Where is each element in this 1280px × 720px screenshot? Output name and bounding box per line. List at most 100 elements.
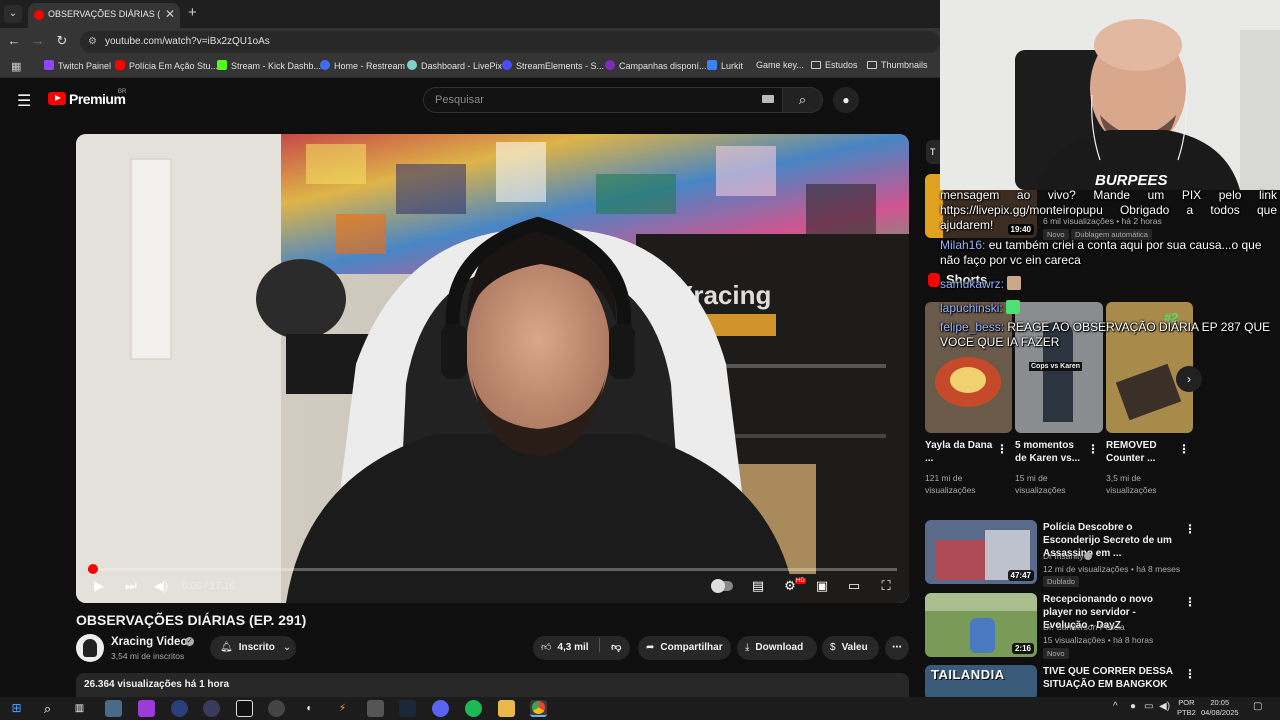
search-button[interactable]: ⌕ <box>783 87 823 113</box>
app-icon[interactable] <box>105 700 122 717</box>
keyboard-icon[interactable] <box>762 95 774 103</box>
thanks-button[interactable]: $ Valeu <box>822 636 879 660</box>
tray-overflow-icon[interactable]: ^ <box>1113 701 1118 712</box>
app-icon[interactable]: ◐ <box>301 700 318 717</box>
progress-bar[interactable] <box>88 568 897 571</box>
apps-grid-icon[interactable]: ▦ <box>11 60 21 73</box>
more-vertical-icon[interactable]: ⋮ <box>1178 442 1190 456</box>
subscribed-button[interactable]: 🔔︎ Inscrito ⌄ <box>210 636 296 660</box>
bookmark-folder[interactable]: Estudos <box>811 60 858 70</box>
short-title[interactable]: REMOVED Counter ... <box>1106 439 1176 465</box>
volume-icon[interactable]: ◀) <box>1159 701 1170 712</box>
app-icon[interactable] <box>138 700 155 717</box>
browser-tab-active[interactable]: OBSERVAÇÕES DIÁRIAS (EP. 29 ✕ <box>28 3 180 28</box>
obs-icon[interactable] <box>203 700 220 717</box>
video-thumbnail[interactable]: 47:47 <box>925 520 1037 584</box>
more-vertical-icon[interactable]: ⋮ <box>1184 522 1196 536</box>
app-icon[interactable]: ⚡ <box>334 700 351 717</box>
bookmark-item[interactable]: Polícia Em Ação Stu... <box>115 60 218 71</box>
youtube-logo-icon[interactable] <box>48 92 66 105</box>
back-arrow-icon[interactable]: ← <box>5 33 23 48</box>
more-vertical-icon[interactable]: ⋮ <box>1184 595 1196 609</box>
video-thumbnail[interactable]: 2:16 <box>925 593 1037 657</box>
file-explorer-icon[interactable] <box>498 700 515 717</box>
youtube-premium-logo[interactable]: Premium <box>69 91 126 107</box>
new-tab-button[interactable]: + <box>188 4 197 21</box>
windows-start-icon[interactable]: ⊞ <box>8 700 25 717</box>
bookmark-item[interactable]: Dashboard - LivePix <box>407 60 502 71</box>
video-channel[interactable]: Dr. Sanderson Policia <box>1043 622 1125 632</box>
notifications-icon[interactable]: ▢ <box>1253 701 1262 712</box>
more-actions-button[interactable]: ⋯ <box>885 636 909 660</box>
network-icon[interactable]: ▭ <box>1144 701 1153 712</box>
search-input[interactable]: Pesquisar <box>423 87 783 113</box>
bookmark-item[interactable]: Game key... <box>756 60 804 70</box>
app-icon[interactable] <box>268 700 285 717</box>
discord-icon[interactable] <box>432 700 449 717</box>
video-channel[interactable]: Dr Insanity <box>1043 551 1084 561</box>
download-button[interactable]: ⤓ Download <box>737 636 817 660</box>
shorts-next-button[interactable]: › <box>1176 366 1202 392</box>
autoplay-toggle[interactable] <box>711 579 733 593</box>
spotify-icon[interactable] <box>465 700 482 717</box>
bookmarks-bar: ▦ Twitch Painel Polícia Em Ação Stu... S… <box>0 56 940 78</box>
youtube-icon <box>115 60 125 70</box>
bookmark-item[interactable]: StreamElements - S... <box>502 60 604 71</box>
url-text[interactable]: youtube.com/watch?v=iBx2zQU1oAs <box>105 36 270 47</box>
reload-icon[interactable]: ↻ <box>53 33 71 49</box>
task-view-icon[interactable]: ▥ <box>71 700 88 717</box>
like-button[interactable]: 👍︎ 4,3 mil <box>541 642 589 653</box>
chrome-icon[interactable] <box>530 700 547 717</box>
app-icon[interactable] <box>236 700 253 717</box>
short-title[interactable]: Yayla da Dana ... <box>925 439 995 465</box>
video-title: OBSERVAÇÕES DIÁRIAS (EP. 291) <box>76 612 307 628</box>
more-vertical-icon[interactable]: ⋮ <box>1087 442 1099 456</box>
system-clock[interactable]: 20:05 04/08/2025 <box>1201 698 1239 718</box>
more-vertical-icon[interactable]: ⋮ <box>1184 667 1196 681</box>
menu-icon[interactable]: ☰ <box>17 91 31 111</box>
subtitles-icon[interactable]: ▤ <box>747 578 769 594</box>
description-box[interactable]: 26.364 visualizações há 1 hora <box>76 673 909 697</box>
next-icon[interactable]: ⏭ <box>120 578 142 594</box>
kick-icon <box>217 60 227 70</box>
search-icon[interactable]: ⌕ <box>39 700 56 717</box>
search-icon: ⌕ <box>798 92 807 107</box>
video-duration: 2:16 <box>1011 643 1034 654</box>
more-vertical-icon[interactable]: ⋮ <box>996 442 1008 456</box>
forward-arrow-icon[interactable]: → <box>29 33 47 48</box>
bookmark-item[interactable]: Lurkit <box>707 60 743 71</box>
play-icon[interactable]: ▶ <box>88 578 110 594</box>
app-icon[interactable] <box>171 700 188 717</box>
bookmark-folder[interactable]: Thumbnails <box>867 60 928 70</box>
site-info-icon[interactable]: ⚙ <box>88 36 97 47</box>
steam-icon[interactable] <box>399 700 416 717</box>
volume-icon[interactable]: ◀) <box>150 578 172 594</box>
progress-scrubber[interactable] <box>87 564 98 574</box>
bookmark-item[interactable]: Campanhas disponí... <box>605 60 707 71</box>
bookmark-item[interactable]: Twitch Painel <box>44 60 111 71</box>
short-title[interactable]: 5 momentos de Karen vs... <box>1015 439 1087 465</box>
bookmark-item[interactable]: Stream - Kick Dashb... <box>217 60 321 71</box>
share-button[interactable]: ➦ Compartilhar <box>638 636 731 660</box>
app-icon[interactable] <box>367 700 384 717</box>
input-language[interactable]: POR PTB2 <box>1177 698 1196 718</box>
chrome-logo <box>532 701 545 714</box>
video-frame: Xracing <box>76 134 909 603</box>
tab-close-icon[interactable]: ✕ <box>165 7 175 21</box>
channel-avatar[interactable] <box>76 634 104 662</box>
dislike-button[interactable]: 👎︎ <box>611 642 621 653</box>
microphone-icon[interactable]: ● <box>1130 701 1136 712</box>
voice-search-button[interactable]: ● <box>833 87 859 113</box>
fullscreen-icon[interactable]: ⛶ <box>875 578 897 594</box>
channel-name[interactable]: Xracing Videos <box>111 636 194 648</box>
theater-mode-icon[interactable]: ▭ <box>843 578 865 594</box>
miniplayer-icon[interactable]: ▣ <box>811 578 833 594</box>
bookmark-item[interactable]: Home - Restream <box>320 60 405 71</box>
tab-search-button[interactable]: ⌄ <box>4 5 22 23</box>
filter-chip[interactable]: T <box>926 140 940 164</box>
campaign-icon <box>605 60 615 70</box>
video-title[interactable]: TIVE QUE CORRER DESSA SITUAÇÃO EM BANGKO… <box>1043 665 1183 691</box>
address-bar[interactable]: ⚙ youtube.com/watch?v=iBx2zQU1oAs <box>80 31 940 53</box>
video-thumbnail[interactable]: TAILANDIA <box>925 665 1037 700</box>
video-player[interactable]: Xracing ▶ ⏭ ◀) 0:06 / 17:16 ▤ ⚙ HD ▣ ▭ ⛶ <box>76 134 909 603</box>
